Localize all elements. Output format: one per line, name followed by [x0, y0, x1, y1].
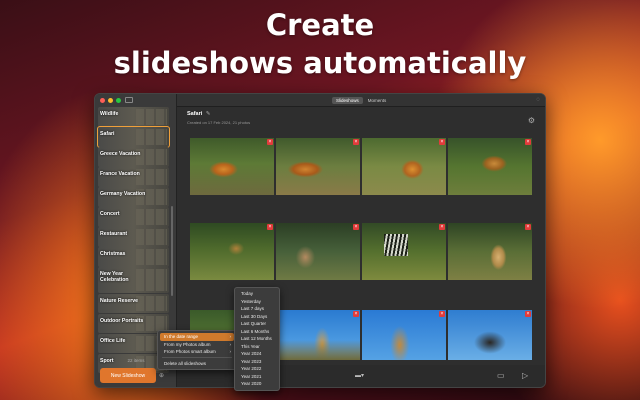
remove-photo-icon[interactable]: × — [353, 139, 359, 145]
album-item-restaurant[interactable]: Restaurant — [98, 227, 169, 247]
range-item-last-12-months[interactable]: Last 12 Months — [237, 335, 277, 343]
photo-tile[interactable]: × — [362, 223, 446, 280]
album-item-concert[interactable]: Concert — [98, 207, 169, 227]
album-label: Safari — [100, 131, 115, 137]
airplay-icon[interactable]: ▭ — [497, 371, 505, 380]
toolbar: Slideshows Moments ◌ — [177, 94, 545, 107]
remove-photo-icon[interactable]: × — [525, 139, 531, 145]
tab-slideshows[interactable]: Slideshows — [332, 97, 363, 104]
menu-item-from-photos-album[interactable]: From my Photos album › — [160, 341, 234, 349]
album-label: Germany Vacation — [100, 191, 146, 197]
album-label: Sport — [100, 357, 114, 364]
album-item-france-vacation[interactable]: France Vacation — [98, 167, 169, 187]
remove-photo-icon[interactable]: × — [525, 224, 531, 230]
album-item-germany-vacation[interactable]: Germany Vacation — [98, 187, 169, 207]
sidebar-toggle-icon[interactable] — [125, 97, 133, 103]
photo-tile[interactable]: × — [448, 223, 532, 280]
album-label: Concert — [100, 211, 120, 217]
remove-photo-icon[interactable]: × — [353, 224, 359, 230]
album-label: Greece Vacation — [100, 151, 141, 157]
remove-photo-icon[interactable]: × — [267, 224, 273, 230]
tab-moments[interactable]: Moments — [364, 97, 391, 104]
remove-photo-icon[interactable]: × — [267, 139, 273, 145]
menu-item-delete-all[interactable]: Delete all slideshows — [160, 360, 234, 368]
album-item-wildlife[interactable]: Wildlife — [98, 107, 169, 127]
play-icon[interactable]: ▷ — [522, 371, 528, 380]
album-label: Christmas — [100, 251, 126, 257]
thumbnail-size-icon[interactable]: ▬▾ — [355, 372, 364, 379]
gear-icon[interactable]: ⚙ — [528, 116, 535, 125]
window-controls — [100, 98, 121, 103]
new-slideshow-button[interactable]: New Slideshow — [100, 368, 156, 383]
album-label: Office Life — [100, 337, 126, 344]
close-window-button[interactable] — [100, 98, 105, 103]
album-subtitle: Created on 17 Feb 2024, 21 photos — [187, 120, 251, 125]
range-item-today[interactable]: Today — [237, 290, 277, 298]
remove-photo-icon[interactable]: × — [439, 311, 445, 317]
menu-item-label: From my Photos album — [164, 341, 211, 347]
submenu-arrow-icon: › — [229, 334, 232, 339]
add-icon[interactable]: ⊕ — [159, 372, 164, 379]
photo-tile[interactable]: × — [448, 138, 532, 195]
remove-photo-icon[interactable]: × — [353, 311, 359, 317]
submenu-arrow-icon: › — [229, 349, 232, 354]
photo-tile[interactable]: × — [190, 223, 274, 280]
album-title-row: Safari ✎ — [187, 111, 210, 117]
sidebar-scrollbar[interactable] — [171, 206, 173, 296]
range-item-last-30-days[interactable]: Last 30 Days — [237, 313, 277, 321]
menu-item-label: From Photos smart album — [164, 349, 216, 354]
promo-headline: Create slideshows automatically — [0, 6, 640, 82]
remove-photo-icon[interactable]: × — [439, 224, 445, 230]
album-title: Safari — [187, 111, 203, 117]
view-segmented-control: Slideshows Moments — [332, 97, 390, 104]
pencil-icon[interactable]: ✎ — [206, 111, 211, 117]
range-item-last-6-months[interactable]: Last 6 Months — [237, 328, 277, 336]
minimize-window-button[interactable] — [108, 98, 113, 103]
photo-tile[interactable]: × — [362, 310, 446, 360]
headline-line-1: Create — [265, 8, 375, 42]
range-item-year-2020[interactable]: Year 2020 — [237, 380, 277, 388]
album-item-greece-vacation[interactable]: Greece Vacation — [98, 147, 169, 167]
album-item-safari[interactable]: Safari — [97, 126, 170, 148]
album-item-christmas[interactable]: Christmas — [98, 247, 169, 267]
photo-tile[interactable]: × — [190, 138, 274, 195]
range-item-this-year[interactable]: This Year — [237, 343, 277, 351]
photo-tile[interactable]: × — [276, 223, 360, 280]
range-item-last-7-days[interactable]: Last 7 days — [237, 305, 277, 313]
toolbar-circle-icon[interactable]: ◌ — [536, 97, 540, 103]
album-label: Outdoor Portraits — [100, 317, 144, 324]
menu-item-from-smart-album[interactable]: From Photos smart album › — [160, 348, 234, 356]
menu-item-in-date-range[interactable]: In the date range › — [160, 333, 234, 341]
remove-photo-icon[interactable]: × — [525, 311, 531, 317]
add-slideshow-menu: In the date range › From my Photos album ›… — [157, 330, 237, 370]
album-label: France Vacation — [100, 171, 140, 177]
album-label: Nature Reserve — [100, 297, 139, 304]
date-range-submenu: Today Yesterday Last 7 days Last 30 Days… — [234, 287, 280, 391]
photo-tile[interactable]: × — [362, 138, 446, 195]
album-label: Restaurant — [100, 231, 128, 237]
menu-item-label: In the date range — [164, 334, 199, 339]
submenu-arrow-icon: › — [229, 341, 232, 347]
remove-photo-icon[interactable]: × — [439, 139, 445, 145]
headline-line-2: slideshows automatically — [113, 46, 527, 80]
range-item-yesterday[interactable]: Yesterday — [237, 298, 277, 306]
zoom-window-button[interactable] — [116, 98, 121, 103]
range-item-year-2024[interactable]: Year 2024 — [237, 350, 277, 358]
album-item-nature-reserve[interactable]: Nature Reserve — [98, 293, 169, 313]
range-item-year-2021[interactable]: Year 2021 — [237, 373, 277, 381]
photo-tile[interactable]: × — [448, 310, 532, 360]
album-label: New Year Celebration — [100, 271, 129, 283]
photo-tile[interactable]: × — [276, 310, 360, 360]
photo-tile[interactable]: × — [276, 138, 360, 195]
album-label: Wildlife — [100, 111, 119, 117]
album-item-new-year-celebration[interactable]: New Year Celebration — [98, 267, 169, 293]
range-item-year-2022[interactable]: Year 2022 — [237, 365, 277, 373]
menu-separator — [162, 357, 232, 358]
range-item-last-quarter[interactable]: Last Quarter — [237, 320, 277, 328]
range-item-year-2023[interactable]: Year 2023 — [237, 358, 277, 366]
